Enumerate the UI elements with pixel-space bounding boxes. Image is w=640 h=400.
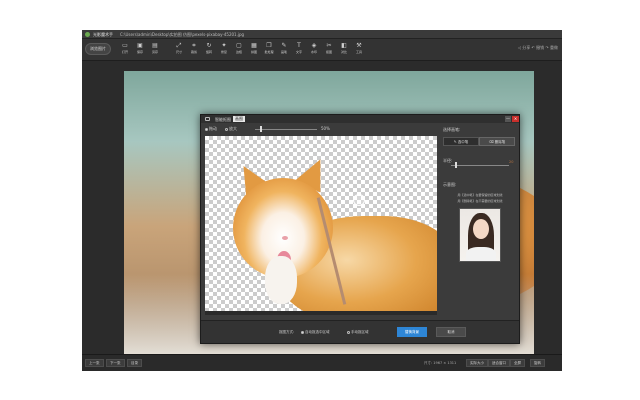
tool-crop[interactable]: ⌗ 裁剪: [188, 42, 200, 58]
image-size-info: 尺寸: 1967 × 1311: [424, 361, 457, 365]
retouch-icon: ✦: [221, 42, 227, 49]
tool-frame[interactable]: ▢ 边框: [233, 42, 245, 58]
tool-batch[interactable]: ❐ 批处理: [263, 42, 275, 58]
tool-brush[interactable]: ✎ 画笔: [278, 42, 290, 58]
tool-size[interactable]: ⤢ 尺寸: [173, 42, 185, 58]
select-brush-label: 选择画笔:: [443, 127, 461, 132]
frame-icon: ▢: [236, 42, 242, 49]
rotate-icon: ↻: [206, 42, 212, 49]
file-path: C:\Users\admin\Desktop\实拍图 仿图\pexels-pix…: [120, 32, 245, 37]
cancel-button[interactable]: 取消: [436, 327, 466, 337]
browse-images-button[interactable]: 浏览图片: [85, 43, 111, 55]
app-logo-icon: [85, 32, 90, 37]
auto-cutout-radio[interactable]: 自动抠选中区域: [301, 330, 330, 335]
dialog-tab[interactable]: 画图: [233, 116, 245, 122]
tool-compare[interactable]: ◧ 对比: [338, 42, 350, 58]
dialog-footer: 抠图方式: 自动抠选中区域 手动抠区域 替换背景 取消: [201, 320, 519, 343]
cat-nose: [282, 236, 288, 240]
brush-size-track[interactable]: [451, 165, 509, 166]
eraser-icon: ⌫: [488, 140, 494, 144]
brush-size-thumb[interactable]: [455, 162, 458, 168]
zoom-slider-track[interactable]: [255, 129, 317, 130]
dialog-title-bar: 智能抠图 画图 — ×: [201, 115, 519, 123]
dialog-title: 智能抠图: [215, 117, 231, 122]
title-bar: 光影魔术手 C:\Users\admin\Desktop\实拍图 仿图\pexe…: [82, 30, 562, 39]
crop-icon: ⌗: [192, 42, 196, 49]
cutout-logo-icon: [205, 117, 210, 121]
size-icon: ⤢: [176, 42, 182, 49]
fit-window-button[interactable]: 适合窗口: [488, 359, 510, 367]
brush-size-label: 半径:: [443, 158, 453, 163]
rotate-view-button[interactable]: 旋转: [530, 359, 545, 367]
collage-icon: ▦: [251, 42, 257, 49]
zoom-option[interactable]: 放大: [225, 126, 237, 132]
hint-erase: 用【删除笔】在不需要的区域划线: [457, 199, 503, 203]
image-viewer[interactable]: 智能抠图 画图 — × 拖动 放大 50% 选择画笔: ✎ 选中笔 ⌫ 删除笔 …: [124, 71, 534, 354]
brush-mode-tabs: ✎ 选中笔 ⌫ 删除笔: [443, 137, 515, 146]
tool-saveas[interactable]: ▤ 另存: [149, 42, 161, 58]
hint-keep: 用【选中笔】在要保留的区域划线: [457, 193, 503, 197]
canvas-options: 拖动 放大 50%: [205, 125, 435, 133]
batch-icon: ❐: [266, 42, 272, 49]
save-icon: ▣: [137, 42, 143, 49]
tool-save[interactable]: ▣ 保存: [134, 42, 146, 58]
tool-retouch[interactable]: ✦ 修复: [218, 42, 230, 58]
smart-cutout-dialog: 智能抠图 画图 — × 拖动 放大 50% 选择画笔: ✎ 选中笔 ⌫ 删除笔 …: [200, 114, 520, 344]
next-image-button[interactable]: 下一张: [106, 359, 125, 367]
tool-rotate[interactable]: ↻ 旋转: [203, 42, 215, 58]
auto-radio-icon: [301, 330, 304, 334]
zoom-value: 50%: [321, 126, 330, 131]
brush-panel: 选择画笔: ✎ 选中笔 ⌫ 删除笔 半径: 20 示意图: 用【选中笔】在要保留…: [441, 125, 517, 315]
manual-cutout-radio[interactable]: 手动抠区域: [347, 330, 369, 335]
example-image: [459, 208, 501, 262]
cutout-icon: ✂: [326, 42, 332, 49]
cutout-canvas[interactable]: [205, 136, 437, 311]
tool-watermark[interactable]: ◈ 水印: [308, 42, 320, 58]
brush-icon: ✎: [281, 42, 287, 49]
pan-option[interactable]: 拖动: [205, 126, 217, 132]
tools-icon: ⚒: [356, 42, 362, 49]
erase-brush-button[interactable]: ⌫ 删除笔: [479, 137, 515, 146]
text-icon: T: [297, 42, 301, 49]
app-name: 光影魔术手: [93, 32, 113, 37]
actual-size-button[interactable]: 实际大小: [466, 359, 488, 367]
brush-cursor-icon: [353, 194, 365, 206]
status-bar: 上一张 下一张 目录 尺寸: 1967 × 1311 实际大小 适合窗口 全屏 …: [82, 354, 562, 371]
folder-list-button[interactable]: 目录: [127, 359, 142, 367]
tool-tools[interactable]: ⚒ 工具: [353, 42, 365, 58]
tool-collage[interactable]: ▦ 拼图: [248, 42, 260, 58]
tool-text[interactable]: T 文字: [293, 42, 305, 58]
watermark-icon: ◈: [311, 42, 317, 49]
replace-background-button[interactable]: 替换背景: [397, 327, 427, 337]
pan-radio-icon: [205, 127, 208, 131]
keep-brush-button[interactable]: ✎ 选中笔: [443, 137, 479, 146]
cat-paw: [265, 256, 297, 304]
zoom-slider-thumb[interactable]: [259, 126, 262, 132]
zoom-radio-icon: [225, 127, 228, 131]
example-label: 示意图:: [443, 182, 457, 187]
example-face: [473, 219, 489, 239]
fullscreen-button[interactable]: 全屏: [510, 359, 525, 367]
tool-cutout[interactable]: ✂ 抠图: [323, 42, 335, 58]
main-toolbar: 浏览图片 ▭ 打开 ▣ 保存 ▤ 另存 ⤢ 尺寸 ⌗ 裁剪 ↻ 旋转 ✦ 修复 ▢ 边框 ▦ 拼图…: [82, 39, 562, 61]
brush-size-value: 20: [509, 160, 514, 164]
history-controls[interactable]: ◁ 分享 ↶ 撤销 ↷ 重做: [518, 45, 558, 51]
tool-open[interactable]: ▭ 打开: [119, 42, 131, 58]
manual-radio-icon: [347, 330, 350, 334]
compare-icon: ◧: [341, 42, 347, 49]
open-icon: ▭: [122, 42, 128, 49]
canvas-scrollbar[interactable]: [205, 311, 437, 315]
pencil-icon: ✎: [453, 140, 457, 144]
prev-image-button[interactable]: 上一张: [85, 359, 104, 367]
minimize-button[interactable]: —: [505, 116, 511, 122]
saveas-icon: ▤: [152, 42, 158, 49]
close-button[interactable]: ×: [512, 116, 519, 122]
cutout-mode-label: 抠图方式:: [279, 330, 295, 334]
app-window: 光影魔术手 C:\Users\admin\Desktop\实拍图 仿图\pexe…: [82, 30, 562, 371]
example-shoulder: [466, 247, 496, 261]
